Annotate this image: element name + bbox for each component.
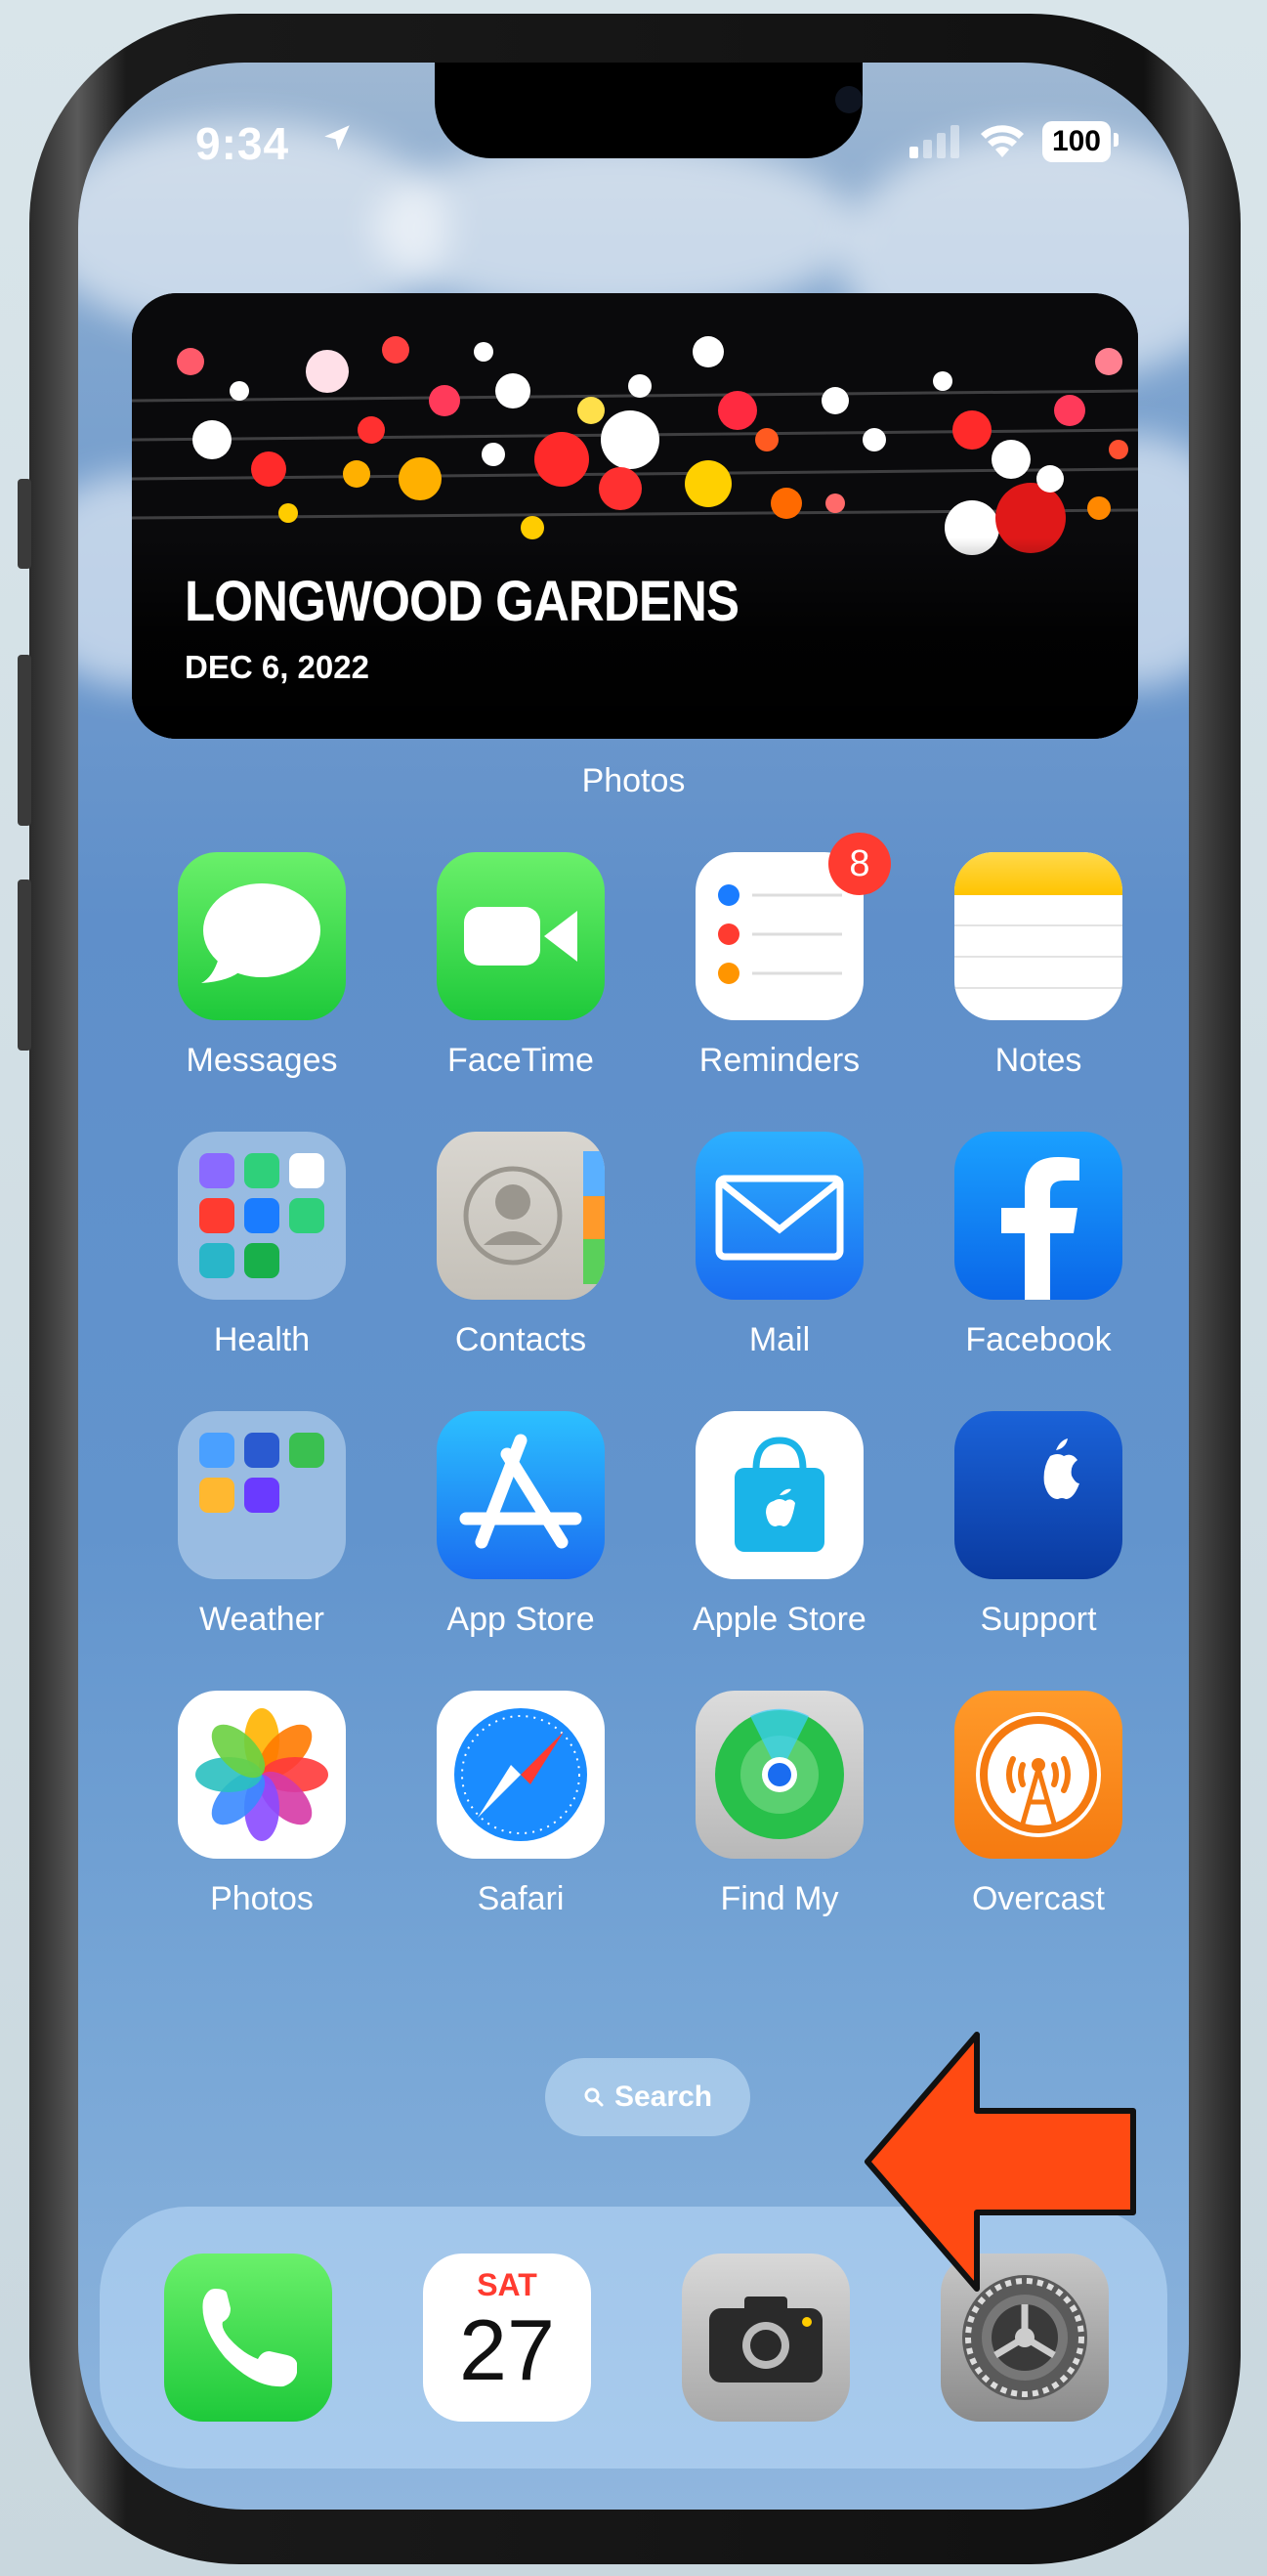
calendar-date: 27	[459, 2301, 555, 2398]
photos-widget[interactable]: LONGWOOD GARDENS DEC 6, 2022	[132, 293, 1138, 739]
app-store-icon	[437, 1411, 605, 1579]
support-icon	[954, 1411, 1122, 1579]
app-facebook[interactable]: Facebook	[941, 1132, 1136, 1359]
app-find-my[interactable]: Find My	[682, 1691, 877, 1918]
app-apple-store[interactable]: Apple Store	[682, 1411, 877, 1639]
widget-title: LONGWOOD GARDENS	[185, 570, 739, 633]
find-my-icon	[696, 1691, 864, 1859]
apple-store-icon	[696, 1411, 864, 1579]
app-app-store[interactable]: App Store	[423, 1411, 618, 1639]
home-screen: 9:34 100 LONGWOOD GARDENS DEC 6, 2022 Ph…	[78, 63, 1189, 2510]
notes-icon	[954, 852, 1122, 1020]
app-photos[interactable]: Photos	[164, 1691, 359, 1918]
app-overcast[interactable]: Overcast	[941, 1691, 1136, 1918]
app-weather-folder[interactable]: Weather	[164, 1411, 359, 1639]
mute-switch	[18, 479, 31, 569]
calendar-day: SAT	[477, 2267, 537, 2302]
app-reminders[interactable]: 8 Reminders	[682, 833, 891, 1080]
volume-up-button	[18, 655, 31, 826]
notch	[435, 63, 863, 158]
status-indicators: 100	[908, 117, 1119, 166]
search-button[interactable]: Search	[545, 2058, 750, 2136]
messages-icon	[178, 852, 346, 1020]
search-label: Search	[613, 2081, 713, 2113]
cellular-signal-icon	[908, 125, 959, 158]
photos-icon	[178, 1691, 346, 1859]
search-icon	[584, 2087, 604, 2107]
location-arrow-icon	[324, 125, 350, 150]
app-mail[interactable]: Mail	[682, 1132, 877, 1359]
app-notes[interactable]: Notes	[941, 852, 1136, 1080]
safari-icon	[437, 1691, 605, 1859]
wifi-icon	[980, 125, 1024, 157]
overcast-icon	[954, 1691, 1122, 1859]
camera-icon[interactable]	[682, 2254, 850, 2422]
facetime-icon	[437, 852, 605, 1020]
front-camera-icon	[835, 86, 863, 113]
app-contacts[interactable]: Contacts	[423, 1132, 618, 1359]
app-messages[interactable]: Messages	[164, 852, 359, 1080]
app-health-folder[interactable]: Health	[164, 1132, 359, 1359]
battery-indicator: 100	[1041, 121, 1119, 162]
reminders-badge: 8	[828, 833, 891, 895]
mail-icon	[696, 1132, 864, 1300]
weather-folder-icon	[178, 1411, 346, 1579]
annotation-arrow-icon	[865, 2032, 1136, 2292]
app-facetime[interactable]: FaceTime	[423, 852, 618, 1080]
facebook-icon	[954, 1132, 1122, 1300]
contacts-icon	[437, 1132, 605, 1300]
widget-label: Photos	[581, 762, 686, 799]
app-safari[interactable]: Safari	[423, 1691, 618, 1918]
status-time: 9:34	[195, 118, 290, 169]
widget-date: DEC 6, 2022	[185, 649, 369, 685]
phone-icon[interactable]	[164, 2254, 332, 2422]
calendar-icon[interactable]: SAT 27	[423, 2254, 591, 2422]
app-support[interactable]: Support	[941, 1411, 1136, 1639]
volume-down-button	[18, 880, 31, 1051]
health-folder-icon	[178, 1132, 346, 1300]
